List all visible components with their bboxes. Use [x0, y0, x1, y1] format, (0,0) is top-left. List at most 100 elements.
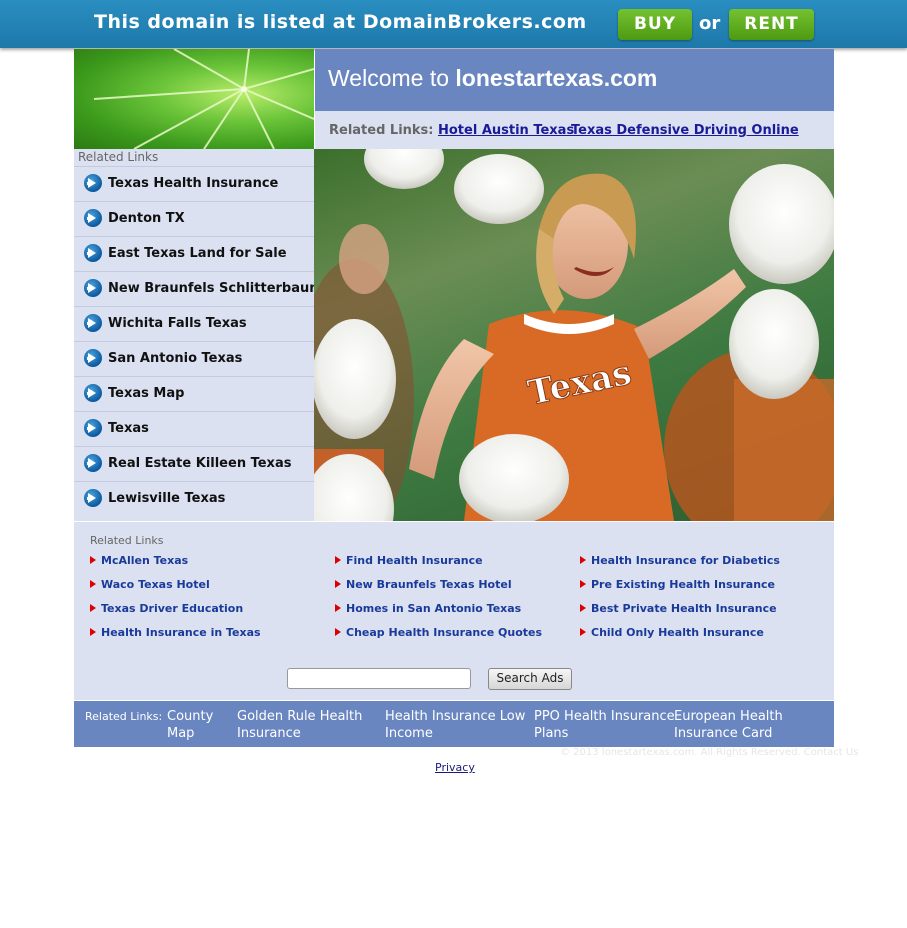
related-link-label: Cheap Health Insurance Quotes	[346, 626, 543, 639]
welcome-prefix: Welcome to	[328, 65, 456, 91]
sidebar-item-label: Denton TX	[108, 211, 185, 226]
arrow-right-circle-icon	[84, 279, 102, 297]
related-link-label: Pre Existing Health Insurance	[591, 578, 776, 591]
related-link-label: Best Private Health Insurance	[591, 602, 777, 615]
rent-button[interactable]: RENT	[729, 9, 814, 40]
sidebar-item-label: Real Estate Killeen Texas	[108, 456, 292, 471]
related-link-label: New Braunfels Texas Hotel	[346, 578, 512, 591]
arrow-right-circle-icon	[84, 454, 102, 472]
related-link-label: Find Health Insurance	[346, 554, 483, 567]
related-link-label: Homes in San Antonio Texas	[346, 602, 522, 615]
related-links-heading: Related Links	[90, 534, 164, 547]
copyright-text: © 2013 lonestartexas.com. All Rights Res…	[560, 747, 859, 758]
red-triangle-icon	[90, 604, 96, 612]
footer-link[interactable]: PPO Health Insurance Plans	[534, 708, 675, 742]
leaf-header-image	[74, 49, 314, 149]
sidebar-item[interactable]: Real Estate Killeen Texas	[74, 446, 314, 481]
related-link[interactable]: New Braunfels Texas Hotel	[335, 578, 512, 591]
red-triangle-icon	[580, 604, 586, 612]
cheerleader-photo: Texas	[314, 149, 834, 521]
red-triangle-icon	[580, 628, 586, 636]
red-triangle-icon	[580, 580, 586, 588]
sidebar-heading: Related Links	[78, 150, 159, 164]
related-link[interactable]: Pre Existing Health Insurance	[580, 578, 775, 591]
red-triangle-icon	[90, 628, 96, 636]
welcome-header: Welcome to lonestartexas.com	[315, 49, 834, 111]
sidebar-item[interactable]: Denton TX	[74, 201, 314, 236]
sidebar-item[interactable]: San Antonio Texas	[74, 341, 314, 376]
related-link[interactable]: Texas Driver Education	[90, 602, 243, 615]
footer-link[interactable]: County Map	[167, 708, 213, 742]
sidebar-item[interactable]: Texas Health Insurance	[74, 166, 314, 201]
related-link[interactable]: Homes in San Antonio Texas	[335, 602, 521, 615]
related-link[interactable]: Health Insurance in Texas	[90, 626, 261, 639]
related-link[interactable]: Cheap Health Insurance Quotes	[335, 626, 542, 639]
footer-link-line: European Health	[674, 709, 783, 724]
banner-or-text: or	[699, 13, 721, 34]
sidebar-item[interactable]: Texas	[74, 411, 314, 446]
footer-link[interactable]: Golden Rule Health Insurance	[237, 708, 362, 742]
sidebar: Related Links Texas Health Insurance Den…	[74, 149, 319, 521]
footer-link[interactable]: European Health Insurance Card	[674, 708, 783, 742]
arrow-right-circle-icon	[84, 384, 102, 402]
leaf-veins-graphic	[93, 49, 314, 149]
related-link[interactable]: Find Health Insurance	[335, 554, 483, 567]
top-related-links: Related Links: Hotel Austin Texas Texas …	[315, 111, 834, 149]
sidebar-item-label: East Texas Land for Sale	[108, 246, 287, 261]
red-triangle-icon	[90, 556, 96, 564]
related-link-label: Child Only Health Insurance	[591, 626, 764, 639]
sidebar-item[interactable]: East Texas Land for Sale	[74, 236, 314, 271]
arrow-right-circle-icon	[84, 174, 102, 192]
arrow-right-circle-icon	[84, 489, 102, 507]
arrow-right-circle-icon	[84, 209, 102, 227]
search-input[interactable]	[287, 668, 471, 689]
related-link[interactable]: Waco Texas Hotel	[90, 578, 210, 591]
sidebar-item-label: Wichita Falls Texas	[108, 316, 247, 331]
sidebar-item[interactable]: Lewisville Texas	[74, 481, 314, 516]
search-ads-button[interactable]: Search Ads	[488, 668, 572, 690]
arrow-right-circle-icon	[84, 314, 102, 332]
red-triangle-icon	[335, 628, 341, 636]
related-link-label: Waco Texas Hotel	[101, 578, 210, 591]
buy-button[interactable]: BUY	[618, 9, 692, 40]
footer-link-line: Insurance Card	[674, 726, 773, 741]
footer-link[interactable]: Health Insurance Low Income	[385, 708, 525, 742]
sidebar-item-label: San Antonio Texas	[108, 351, 243, 366]
sidebar-item[interactable]: Texas Map	[74, 376, 314, 411]
domain-banner: This domain is listed at DomainBrokers.c…	[0, 0, 907, 48]
top-link-defensive-driving[interactable]: Texas Defensive Driving Online	[571, 123, 799, 138]
related-link-label: Health Insurance in Texas	[101, 626, 261, 639]
related-link[interactable]: McAllen Texas	[90, 554, 188, 567]
related-link-label: Health Insurance for Diabetics	[591, 554, 780, 567]
top-links-label: Related Links:	[329, 123, 434, 138]
sidebar-item-label: New Braunfels Schlitterbaun	[108, 281, 319, 296]
top-link-hotel-austin[interactable]: Hotel Austin Texas	[438, 123, 574, 138]
related-link[interactable]: Best Private Health Insurance	[580, 602, 777, 615]
sidebar-item-label: Texas Health Insurance	[108, 176, 279, 191]
red-triangle-icon	[335, 580, 341, 588]
footer-link-line: County	[167, 709, 214, 724]
footer-link-line: Health Insurance Low	[385, 709, 526, 724]
red-triangle-icon	[90, 580, 96, 588]
sidebar-item-label: Texas Map	[108, 386, 185, 401]
related-link[interactable]: Health Insurance for Diabetics	[580, 554, 780, 567]
red-triangle-icon	[335, 556, 341, 564]
arrow-right-circle-icon	[84, 244, 102, 262]
cheerleader-illustration: Texas	[314, 149, 834, 521]
footer-link-line: Golden Rule Health	[237, 709, 363, 724]
sidebar-item[interactable]: Wichita Falls Texas	[74, 306, 314, 341]
related-link-label: McAllen Texas	[101, 554, 189, 567]
sidebar-item[interactable]: New Braunfels Schlitterbaun	[74, 271, 319, 306]
footer-link-line: Income	[385, 726, 433, 741]
red-triangle-icon	[580, 556, 586, 564]
arrow-right-circle-icon	[84, 419, 102, 437]
related-link[interactable]: Child Only Health Insurance	[580, 626, 764, 639]
sidebar-item-label: Lewisville Texas	[108, 491, 226, 506]
welcome-domain: lonestartexas.com	[455, 65, 658, 91]
banner-text[interactable]: This domain is listed at DomainBrokers.c…	[94, 11, 587, 33]
footer-link-line: Insurance	[237, 726, 301, 741]
privacy-link[interactable]: Privacy	[435, 761, 475, 774]
footer-links-label: Related Links:	[85, 710, 163, 723]
related-link-label: Texas Driver Education	[101, 602, 244, 615]
welcome-title: Welcome to lonestartexas.com	[328, 65, 657, 92]
